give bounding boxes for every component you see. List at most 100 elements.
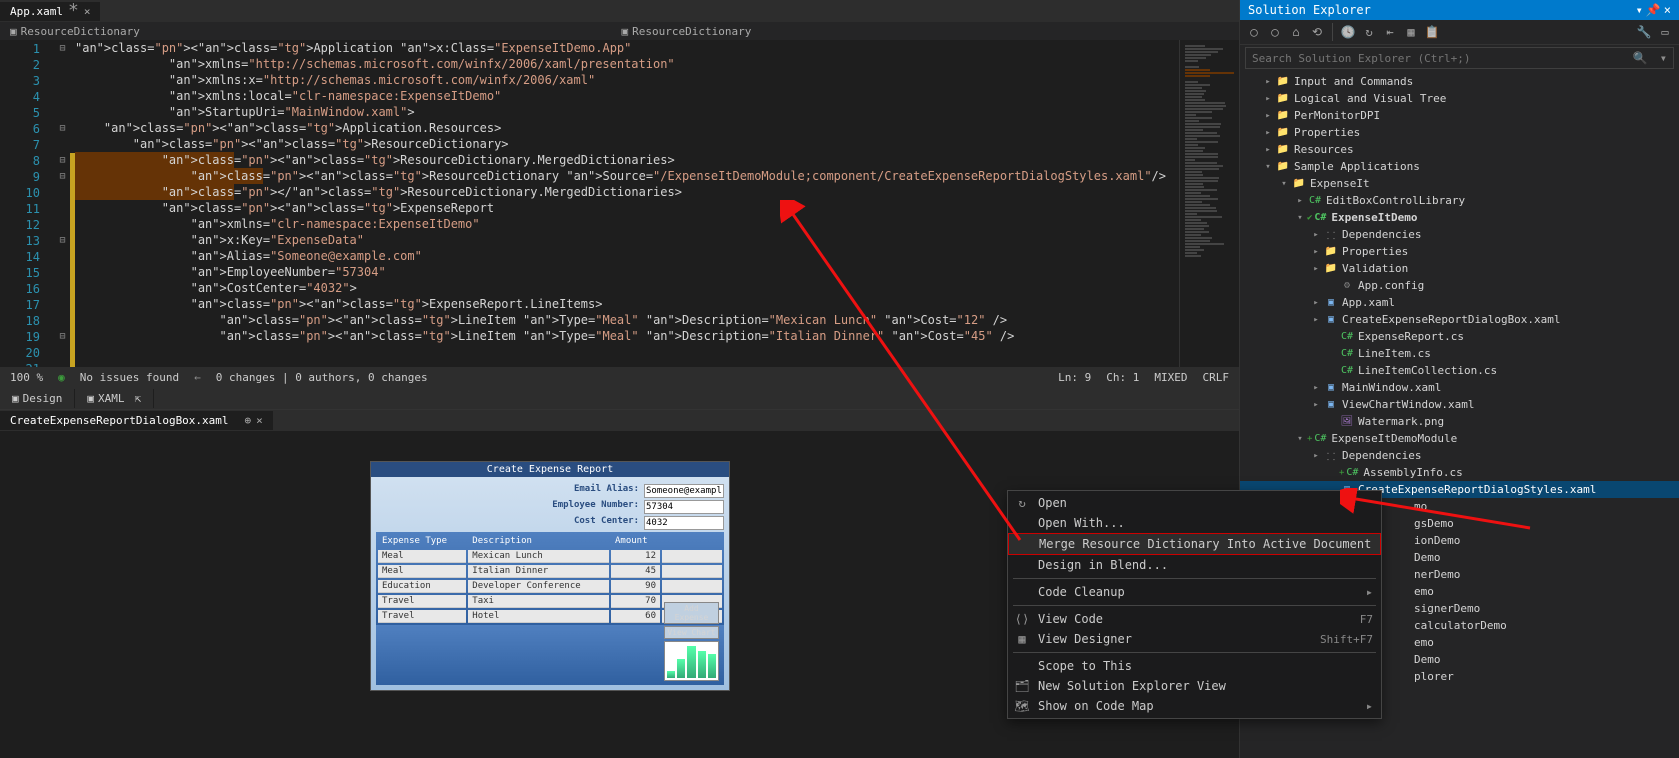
- close-icon[interactable]: ×: [1664, 3, 1671, 17]
- tree-item[interactable]: ▸▣CreateExpenseReportDialogBox.xaml: [1240, 311, 1679, 328]
- cm-codemap[interactable]: 🗺Show on Code Map▸: [1008, 696, 1381, 716]
- cm-merge-dictionary[interactable]: Merge Resource Dictionary Into Active Do…: [1008, 533, 1381, 555]
- designer-tab-bar: CreateExpenseReportDialogBox.xaml ⊕ ×: [0, 409, 1239, 431]
- status-line[interactable]: Ln: 9: [1058, 371, 1091, 384]
- search-icon[interactable]: 🔍: [1627, 48, 1654, 68]
- view-tabs: ▣Design ▣XAML⇱: [0, 387, 1239, 409]
- status-bar: 100 % ◉ No issues found ← 0 changes | 0 …: [0, 367, 1239, 387]
- copy-icon[interactable]: 📋: [1423, 23, 1441, 41]
- open-icon: ↻: [1014, 496, 1030, 510]
- breadcrumb-icon: ▣: [10, 25, 17, 38]
- dropdown-icon[interactable]: ▾: [1654, 48, 1673, 68]
- designer-icon: ▦: [1014, 632, 1030, 646]
- breadcrumb-right[interactable]: ResourceDictionary: [632, 25, 751, 38]
- empno-label: Employee Number:: [552, 500, 639, 514]
- status-eol[interactable]: CRLF: [1203, 371, 1230, 384]
- tree-item[interactable]: ▾✔C#ExpenseItDemo: [1240, 209, 1679, 226]
- cm-open[interactable]: ↻Open: [1008, 493, 1381, 513]
- map-icon: 🗺: [1014, 699, 1030, 713]
- properties-icon[interactable]: 🔧: [1635, 23, 1653, 41]
- tree-item[interactable]: ▾📁ExpenseIt: [1240, 175, 1679, 192]
- tree-item[interactable]: ▸C#EditBoxControlLibrary: [1240, 192, 1679, 209]
- add-expense-button[interactable]: Add Expense: [664, 602, 719, 624]
- tree-item[interactable]: ▸📁Resources: [1240, 141, 1679, 158]
- tree-item[interactable]: ▸📁Validation: [1240, 260, 1679, 277]
- unsaved-indicator: *: [68, 7, 79, 15]
- tree-item[interactable]: ▸▣App.xaml: [1240, 294, 1679, 311]
- tree-item[interactable]: ▸⸬Dependencies: [1240, 447, 1679, 464]
- cm-open-with[interactable]: Open With...: [1008, 513, 1381, 533]
- cm-code-cleanup[interactable]: Code Cleanup▸: [1008, 582, 1381, 602]
- empno-field[interactable]: [644, 500, 724, 514]
- tree-item[interactable]: ⚙App.config: [1240, 277, 1679, 294]
- tree-item[interactable]: ▾+C#ExpenseItDemoModule: [1240, 430, 1679, 447]
- solution-search[interactable]: 🔍 ▾: [1245, 47, 1674, 69]
- tree-item[interactable]: ▾📁Sample Applications: [1240, 158, 1679, 175]
- separator: [1013, 605, 1376, 606]
- explorer-icon: 🗂: [1014, 679, 1030, 693]
- status-changes[interactable]: 0 changes | 0 authors, 0 changes: [216, 371, 428, 384]
- cc-field[interactable]: [644, 516, 724, 530]
- tab-app-xaml[interactable]: App.xaml * ×: [0, 2, 100, 21]
- separator: [1013, 578, 1376, 579]
- tree-item[interactable]: ▸▣MainWindow.xaml: [1240, 379, 1679, 396]
- status-col[interactable]: Ch: 1: [1106, 371, 1139, 384]
- table-row: EducationDeveloper Conference90: [378, 580, 722, 593]
- code-body[interactable]: "an">class="pn"><"an">class="tg">Applica…: [75, 40, 1239, 367]
- tree-item[interactable]: ▸📁Properties: [1240, 124, 1679, 141]
- close-icon[interactable]: ×: [256, 414, 263, 427]
- dropdown-icon[interactable]: ▾: [1636, 3, 1643, 17]
- tree-item[interactable]: C#LineItem.cs: [1240, 345, 1679, 362]
- chevron-right-icon: ▸: [1366, 585, 1373, 599]
- solution-toolbar: ◯ ◯ ⌂ ⟲ 🕓 ↻ ⇤ ▦ 📋 🔧 ▭: [1240, 20, 1679, 45]
- cm-view-code[interactable]: ⟨⟩View CodeF7: [1008, 609, 1381, 629]
- back-icon[interactable]: ◯: [1245, 23, 1263, 41]
- pending-icon[interactable]: 🕓: [1339, 23, 1357, 41]
- refresh-icon[interactable]: ↻: [1360, 23, 1378, 41]
- forward-icon[interactable]: ◯: [1266, 23, 1284, 41]
- tab-label: App.xaml: [10, 5, 63, 18]
- pin-icon[interactable]: ⊕: [245, 414, 252, 427]
- status-mode[interactable]: MIXED: [1154, 371, 1187, 384]
- cm-new-view[interactable]: 🗂New Solution Explorer View: [1008, 676, 1381, 696]
- show-all-icon[interactable]: ▦: [1402, 23, 1420, 41]
- search-input[interactable]: [1246, 48, 1627, 68]
- tree-item[interactable]: +C#AssemblyInfo.cs: [1240, 464, 1679, 481]
- popout-icon[interactable]: ⇱: [135, 392, 142, 405]
- cc-label: Cost Center:: [574, 516, 639, 530]
- status-issues[interactable]: No issues found: [80, 371, 179, 384]
- home-icon[interactable]: ⌂: [1287, 23, 1305, 41]
- tab-dialog-xaml[interactable]: CreateExpenseReportDialogBox.xaml ⊕ ×: [0, 411, 273, 430]
- cm-design-blend[interactable]: Design in Blend...: [1008, 555, 1381, 575]
- email-field[interactable]: [644, 484, 724, 498]
- table-row: MealMexican Lunch12: [378, 550, 722, 563]
- expense-report-dialog: Create Expense Report Email Alias: Emplo…: [370, 461, 730, 691]
- minimap[interactable]: [1179, 40, 1239, 367]
- sync-icon[interactable]: ⟲: [1308, 23, 1326, 41]
- panel-title-bar[interactable]: Solution Explorer ▾ 📌 ×: [1240, 0, 1679, 20]
- view-chart-button[interactable]: View Chart: [664, 626, 719, 639]
- breadcrumb-icon: ▣: [622, 25, 629, 38]
- breadcrumb-left[interactable]: ResourceDictionary: [21, 25, 140, 38]
- tree-item[interactable]: C#ExpenseReport.cs: [1240, 328, 1679, 345]
- cm-view-designer[interactable]: ▦View DesignerShift+F7: [1008, 629, 1381, 649]
- cm-scope[interactable]: Scope to This: [1008, 656, 1381, 676]
- preview-icon[interactable]: ▭: [1656, 23, 1674, 41]
- tab-design[interactable]: ▣Design: [0, 389, 75, 408]
- tree-item[interactable]: ▸📁Input and Commands: [1240, 73, 1679, 90]
- line-numbers: 123456789101112131415161718192021: [0, 40, 55, 367]
- tree-item[interactable]: ▸📁Logical and Visual Tree: [1240, 90, 1679, 107]
- status-zoom[interactable]: 100 %: [10, 371, 43, 384]
- pin-icon[interactable]: 📌: [1646, 3, 1661, 17]
- close-icon[interactable]: ×: [84, 5, 91, 18]
- tree-item[interactable]: ▸📁Properties: [1240, 243, 1679, 260]
- tab-xaml[interactable]: ▣XAML⇱: [75, 389, 154, 408]
- code-editor[interactable]: 123456789101112131415161718192021 ⊟⊟⊟⊟⊟⊟…: [0, 40, 1239, 367]
- fold-gutter[interactable]: ⊟⊟⊟⊟⊟⊟: [55, 40, 70, 367]
- tree-item[interactable]: ▸📁PerMonitorDPI: [1240, 107, 1679, 124]
- collapse-icon[interactable]: ⇤: [1381, 23, 1399, 41]
- tree-item[interactable]: ▸⸬Dependencies: [1240, 226, 1679, 243]
- tree-item[interactable]: ▸▣ViewChartWindow.xaml: [1240, 396, 1679, 413]
- tree-item[interactable]: 🖼Watermark.png: [1240, 413, 1679, 430]
- tree-item[interactable]: C#LineItemCollection.cs: [1240, 362, 1679, 379]
